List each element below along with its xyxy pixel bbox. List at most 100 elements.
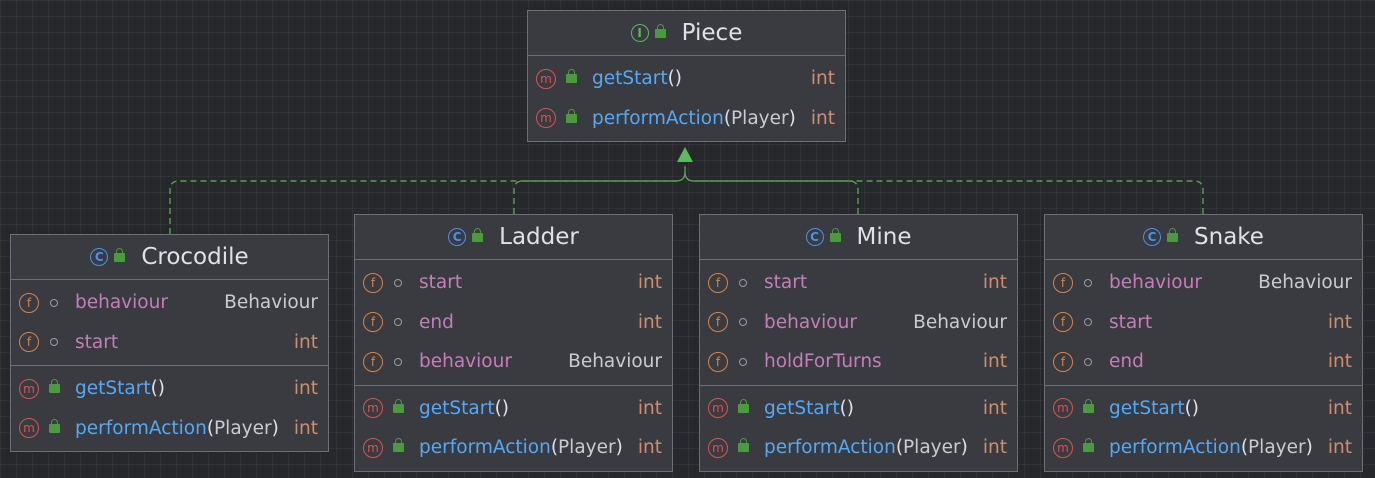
methods-section: m getStart() int m performAction(Player)… xyxy=(1045,386,1362,471)
public-lock-icon xyxy=(49,418,60,433)
field-row[interactable]: f end int xyxy=(355,303,672,343)
package-private-icon xyxy=(50,338,58,347)
field-row[interactable]: f behaviour Behaviour xyxy=(1045,263,1362,303)
method-icon: m xyxy=(19,378,39,399)
field-type: int xyxy=(637,311,662,333)
open-paren: ( xyxy=(1184,397,1192,419)
method-row[interactable]: m getStart() int xyxy=(700,389,1017,429)
class-snake[interactable]: C Snake f behaviour Behaviour f start in… xyxy=(1044,214,1363,472)
field-type: int xyxy=(1327,351,1352,373)
interface-piece[interactable]: I Piece m getStart() int m performAction… xyxy=(527,10,846,142)
field-name: behaviour xyxy=(419,351,512,373)
node-title: Mine xyxy=(856,224,912,250)
field-icon: f xyxy=(708,351,728,372)
method-row[interactable]: m performAction(Player) int xyxy=(11,409,328,449)
method-row[interactable]: m performAction(Player) int xyxy=(355,428,672,468)
class-icon: C xyxy=(90,248,109,266)
package-private-icon xyxy=(394,357,402,366)
method-type: int xyxy=(637,437,662,459)
field-icon: f xyxy=(19,292,39,313)
node-title: Piece xyxy=(681,20,743,46)
method-row[interactable]: m getStart() int xyxy=(528,59,845,99)
field-name: holdForTurns xyxy=(764,351,882,373)
method-row[interactable]: m getStart() int xyxy=(1045,389,1362,429)
field-type: Behaviour xyxy=(913,311,1007,333)
close-paren: ) xyxy=(1191,397,1200,419)
field-type: Behaviour xyxy=(568,351,662,373)
public-lock-icon xyxy=(1083,398,1094,413)
method-type: int xyxy=(637,397,662,419)
class-ladder[interactable]: C Ladder f start int f end int f behavio… xyxy=(354,214,673,472)
open-paren: ( xyxy=(206,417,215,439)
field-type: int xyxy=(982,272,1007,294)
method-type: int xyxy=(982,437,1007,459)
methods-section: m getStart() int m performAction(Player)… xyxy=(355,386,672,471)
class-mine[interactable]: C Mine f start int f behaviour Behaviour… xyxy=(699,214,1018,472)
method-icon: m xyxy=(708,437,728,458)
method-icon: m xyxy=(1053,398,1073,419)
method-icon: m xyxy=(363,437,383,458)
field-row[interactable]: f behaviour Behaviour xyxy=(11,283,328,323)
field-row[interactable]: f holdForTurns int xyxy=(700,342,1017,382)
method-params: Player xyxy=(903,437,961,459)
public-lock-icon xyxy=(566,69,577,84)
open-paren: ( xyxy=(839,397,847,419)
fields-section: f behaviour Behaviour f start int xyxy=(11,280,328,366)
field-name: behaviour xyxy=(1109,272,1202,294)
method-name: performAction xyxy=(1109,437,1241,459)
method-row[interactable]: m getStart() int xyxy=(355,389,672,429)
field-row[interactable]: f start int xyxy=(700,263,1017,303)
public-lock-icon xyxy=(472,227,484,242)
class-icon: C xyxy=(448,228,467,246)
method-row[interactable]: m performAction(Player) int xyxy=(700,428,1017,468)
method-icon: m xyxy=(536,108,556,129)
field-row[interactable]: f behaviour Behaviour xyxy=(355,342,672,382)
public-lock-icon xyxy=(393,398,404,413)
node-header: C Crocodile xyxy=(11,235,328,280)
node-header: C Ladder xyxy=(355,215,672,260)
field-row[interactable]: f behaviour Behaviour xyxy=(700,303,1017,343)
realization-arrowhead xyxy=(677,147,693,162)
method-name: getStart xyxy=(764,397,840,419)
field-type: int xyxy=(293,331,318,353)
method-type: int xyxy=(810,107,835,129)
close-paren: ) xyxy=(846,397,855,419)
field-row[interactable]: f end int xyxy=(1045,342,1362,382)
public-lock-icon xyxy=(829,227,841,242)
methods-section: m getStart() int m performAction(Player)… xyxy=(528,56,845,141)
method-name: performAction xyxy=(592,107,724,129)
class-icon: C xyxy=(1143,228,1162,246)
interface-icon: I xyxy=(630,24,649,42)
method-name: getStart xyxy=(419,397,495,419)
close-paren: ) xyxy=(1305,437,1313,459)
field-row[interactable]: f start int xyxy=(11,323,328,363)
open-paren: ( xyxy=(1240,437,1249,459)
method-type: int xyxy=(293,417,318,439)
field-type: Behaviour xyxy=(224,292,318,314)
method-name: getStart xyxy=(592,68,668,90)
field-icon: f xyxy=(708,272,728,293)
field-row[interactable]: f start int xyxy=(355,263,672,303)
method-params: Player xyxy=(1248,437,1306,459)
field-name: start xyxy=(764,272,808,294)
close-paren: ) xyxy=(271,417,279,439)
field-name: end xyxy=(419,311,454,333)
edge-snake-piece xyxy=(684,171,1204,214)
field-icon: f xyxy=(1053,312,1073,333)
open-paren: ( xyxy=(494,397,502,419)
open-paren: ( xyxy=(667,68,675,90)
method-row[interactable]: m getStart() int xyxy=(11,369,328,409)
package-private-icon xyxy=(50,298,58,307)
method-row[interactable]: m performAction(Player) int xyxy=(528,99,845,139)
field-type: int xyxy=(982,351,1007,373)
public-lock-icon xyxy=(1083,438,1094,453)
fields-section: f start int f behaviour Behaviour f hold… xyxy=(700,260,1017,386)
method-icon: m xyxy=(19,418,39,439)
method-type: int xyxy=(1327,397,1352,419)
node-title: Crocodile xyxy=(141,244,249,270)
public-lock-icon xyxy=(566,108,577,123)
public-lock-icon xyxy=(738,438,749,453)
class-crocodile[interactable]: C Crocodile f behaviour Behaviour f star… xyxy=(10,234,329,452)
field-row[interactable]: f start int xyxy=(1045,303,1362,343)
method-row[interactable]: m performAction(Player) int xyxy=(1045,428,1362,468)
